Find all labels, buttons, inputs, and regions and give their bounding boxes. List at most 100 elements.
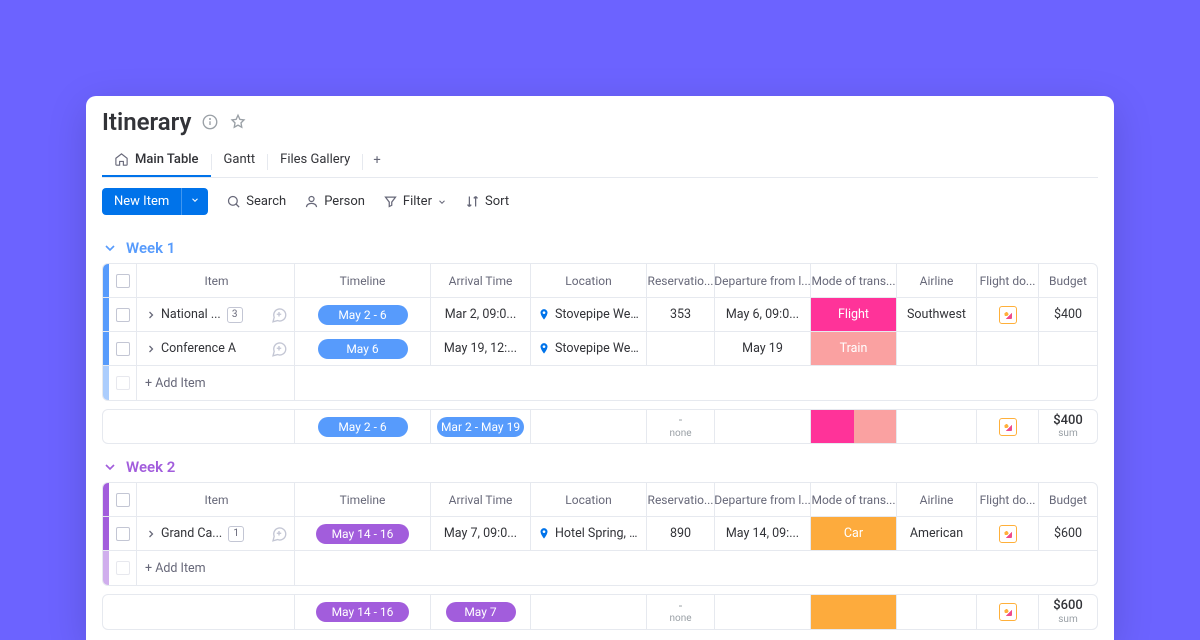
- table-header-row: Item Timeline Arrival Time Location Rese…: [103, 264, 1097, 298]
- chat-icon[interactable]: [270, 306, 288, 324]
- col-timeline[interactable]: Timeline: [295, 483, 431, 516]
- chat-icon[interactable]: [270, 525, 288, 543]
- col-airline[interactable]: Airline: [897, 483, 977, 516]
- col-departure[interactable]: Departure from l...: [715, 483, 811, 516]
- subitem-count-badge: 3: [227, 307, 243, 323]
- budget-cell[interactable]: [1039, 332, 1097, 365]
- sort-button[interactable]: Sort: [465, 194, 509, 209]
- chevron-right-icon[interactable]: [145, 309, 157, 321]
- group-title: Week 1: [126, 239, 175, 257]
- col-arrival[interactable]: Arrival Time: [431, 483, 531, 516]
- group-header[interactable]: Week 1: [102, 239, 1098, 257]
- doc-cell[interactable]: [977, 298, 1039, 331]
- arrival-cell[interactable]: May 19, 12:...: [431, 332, 531, 365]
- budget-cell[interactable]: $600: [1039, 517, 1097, 550]
- col-doc[interactable]: Flight do...: [977, 264, 1039, 297]
- item-name-cell[interactable]: Grand Ca... 1: [137, 517, 295, 550]
- group-week 1: Week 1 Item Timeline Arrival Time Locati…: [102, 239, 1098, 444]
- col-budget[interactable]: Budget: [1039, 483, 1097, 516]
- tab-gantt[interactable]: Gantt: [212, 146, 268, 177]
- item-name-cell[interactable]: National ... 3: [137, 298, 295, 331]
- row-checkbox[interactable]: [116, 527, 130, 541]
- person-filter-button[interactable]: Person: [304, 194, 365, 209]
- file-thumbnail-icon: [999, 306, 1017, 324]
- arrival-cell[interactable]: May 7, 09:0...: [431, 517, 531, 550]
- filter-button[interactable]: Filter: [383, 194, 447, 209]
- reservation-cell[interactable]: 353: [647, 298, 715, 331]
- reservation-cell[interactable]: 890: [647, 517, 715, 550]
- app-window: Itinerary Main Table Gantt Files Gallery…: [86, 96, 1114, 640]
- summary-reservation: -none: [647, 410, 715, 443]
- col-location[interactable]: Location: [531, 483, 647, 516]
- summary-arrival: Mar 2 - May 19: [431, 410, 531, 443]
- tab-files-gallery[interactable]: Files Gallery: [268, 146, 362, 177]
- chevron-down-icon: [102, 240, 118, 256]
- departure-cell[interactable]: May 6, 09:0...: [715, 298, 811, 331]
- timeline-cell[interactable]: May 2 - 6: [295, 298, 431, 331]
- chevron-down-icon: [437, 197, 447, 207]
- sort-icon: [465, 194, 480, 209]
- summary-mode: [811, 595, 897, 628]
- summary-budget: $400sum: [1039, 410, 1097, 443]
- star-icon[interactable]: [229, 113, 247, 131]
- col-reservation[interactable]: Reservatio...: [647, 264, 715, 297]
- item-name-cell[interactable]: Conference A: [137, 332, 295, 365]
- item-name-text: National ...: [161, 307, 221, 322]
- chat-icon[interactable]: [270, 340, 288, 358]
- new-item-button[interactable]: New Item: [102, 188, 208, 215]
- col-doc[interactable]: Flight do...: [977, 483, 1039, 516]
- tab-main-table[interactable]: Main Table: [102, 146, 211, 177]
- search-button[interactable]: Search: [226, 194, 286, 209]
- summary-arrival: May 7: [431, 595, 531, 628]
- departure-cell[interactable]: May 19: [715, 332, 811, 365]
- mode-cell[interactable]: Flight: [811, 298, 897, 331]
- table-row: National ... 3 May 2 - 6 Mar 2, 09:0... …: [103, 298, 1097, 332]
- col-reservation[interactable]: Reservatio...: [647, 483, 715, 516]
- select-all-checkbox[interactable]: [116, 274, 130, 288]
- col-location[interactable]: Location: [531, 264, 647, 297]
- col-item[interactable]: Item: [137, 483, 295, 516]
- timeline-cell[interactable]: May 14 - 16: [295, 517, 431, 550]
- location-cell[interactable]: Stovepipe Wells Vill...: [531, 298, 647, 331]
- info-icon[interactable]: [201, 113, 219, 131]
- tab-add-view[interactable]: +: [363, 147, 390, 176]
- filter-icon: [383, 194, 398, 209]
- col-airline[interactable]: Airline: [897, 264, 977, 297]
- row-checkbox[interactable]: [116, 308, 130, 322]
- arrival-cell[interactable]: Mar 2, 09:0...: [431, 298, 531, 331]
- airline-cell[interactable]: American: [897, 517, 977, 550]
- airline-cell[interactable]: Southwest: [897, 298, 977, 331]
- add-item-row[interactable]: + Add Item: [103, 551, 1097, 585]
- location-cell[interactable]: Stovepipe Wells Vill...: [531, 332, 647, 365]
- pin-icon: [537, 308, 551, 322]
- location-cell[interactable]: Hotel Spring, Grand ...: [531, 517, 647, 550]
- select-all-checkbox[interactable]: [116, 493, 130, 507]
- col-item[interactable]: Item: [137, 264, 295, 297]
- home-icon: [114, 152, 129, 167]
- reservation-cell[interactable]: [647, 332, 715, 365]
- table-row: Conference A May 6 May 19, 12:... Stovep…: [103, 332, 1097, 366]
- budget-cell[interactable]: $400: [1039, 298, 1097, 331]
- group-week 2: Week 2 Item Timeline Arrival Time Locati…: [102, 458, 1098, 629]
- col-departure[interactable]: Departure from l...: [715, 264, 811, 297]
- mode-cell[interactable]: Car: [811, 517, 897, 550]
- col-budget[interactable]: Budget: [1039, 264, 1097, 297]
- doc-cell[interactable]: [977, 517, 1039, 550]
- group-header[interactable]: Week 2: [102, 458, 1098, 476]
- row-checkbox[interactable]: [116, 342, 130, 356]
- chevron-right-icon[interactable]: [145, 528, 157, 540]
- mode-cell[interactable]: Train: [811, 332, 897, 365]
- col-mode[interactable]: Mode of trans...: [811, 483, 897, 516]
- col-arrival[interactable]: Arrival Time: [431, 264, 531, 297]
- departure-cell[interactable]: May 14, 09:...: [715, 517, 811, 550]
- col-timeline[interactable]: Timeline: [295, 264, 431, 297]
- person-icon: [304, 194, 319, 209]
- chevron-right-icon[interactable]: [145, 343, 157, 355]
- add-item-row[interactable]: + Add Item: [103, 366, 1097, 400]
- chevron-down-icon[interactable]: [181, 188, 208, 215]
- timeline-cell[interactable]: May 6: [295, 332, 431, 365]
- table-row: Grand Ca... 1 May 14 - 16 May 7, 09:0...…: [103, 517, 1097, 551]
- col-mode[interactable]: Mode of trans...: [811, 264, 897, 297]
- doc-cell[interactable]: [977, 332, 1039, 365]
- airline-cell[interactable]: [897, 332, 977, 365]
